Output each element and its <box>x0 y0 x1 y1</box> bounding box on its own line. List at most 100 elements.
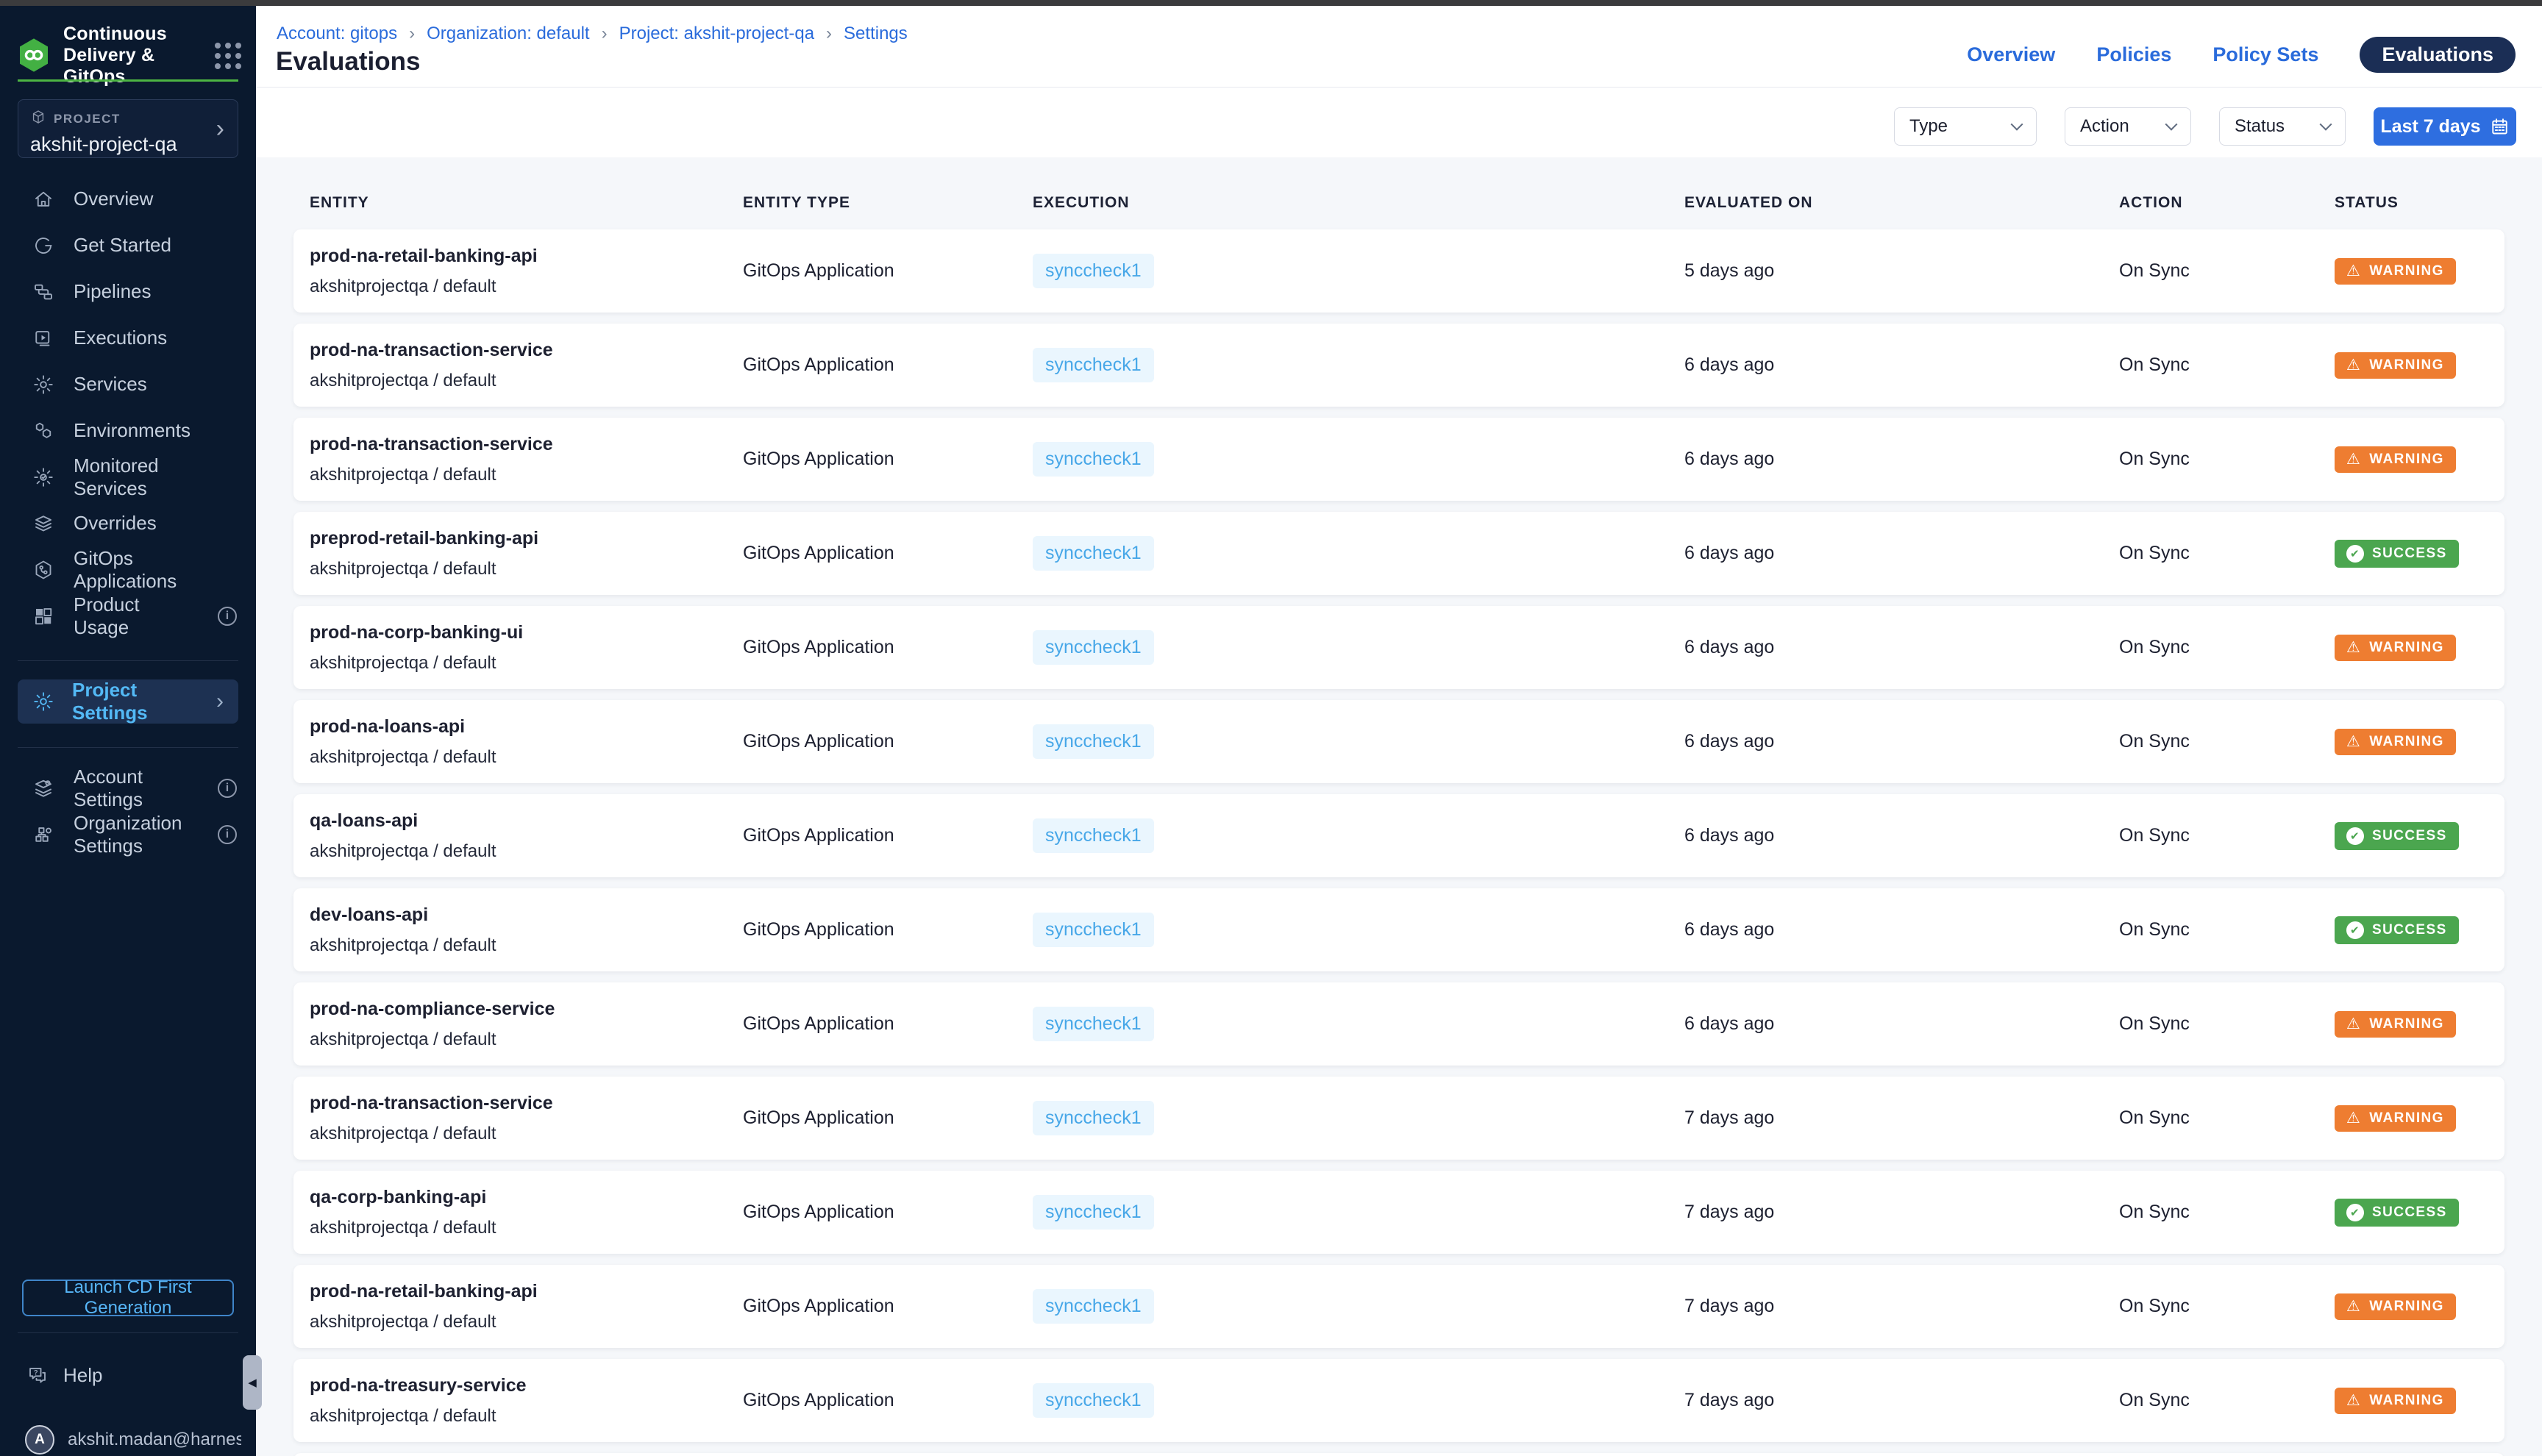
sidebar-item-gitops-applications[interactable]: GitOps Applications <box>0 546 256 593</box>
execution-link[interactable]: synccheck1 <box>1033 442 1154 477</box>
sidebar-item-overview[interactable]: Overview <box>0 176 256 222</box>
status-badge: ✔ SUCCESS <box>2335 539 2459 568</box>
table-row[interactable]: prod-na-loans-api akshitprojectqa / defa… <box>293 700 2504 783</box>
sidebar-collapse-handle[interactable]: ◀ <box>243 1355 262 1410</box>
action-value: On Sync <box>2119 1107 2190 1128</box>
action-value: On Sync <box>2119 449 2190 469</box>
status-badge: ⚠ WARNING <box>2335 1293 2456 1320</box>
sidebar-item-pipelines[interactable]: Pipelines <box>0 268 256 315</box>
entity-name: prod-na-transaction-service <box>310 433 553 454</box>
sidebar-item-executions[interactable]: Executions <box>0 315 256 361</box>
svg-text:?: ? <box>34 1369 38 1377</box>
evaluated-on: 6 days ago <box>1684 825 1775 846</box>
execution-link[interactable]: synccheck1 <box>1033 724 1154 759</box>
table-row[interactable]: prod-na-transaction-service akshitprojec… <box>293 1077 2504 1160</box>
execution-link[interactable]: synccheck1 <box>1033 818 1154 853</box>
help-button[interactable]: ? Help <box>0 1353 256 1397</box>
sidebar-item-account-settings[interactable]: Account Settings i <box>0 765 256 811</box>
entity-scope: akshitprojectqa / default <box>310 1123 496 1143</box>
sidebar: Continuous Delivery & GitOps PROJECT aks… <box>0 6 262 1456</box>
user-profile[interactable]: A akshit.madan@harnes... <box>0 1419 256 1456</box>
execution-link[interactable]: synccheck1 <box>1033 1195 1154 1230</box>
sidebar-item-get-started[interactable]: Get Started <box>0 222 256 268</box>
breadcrumb-link[interactable]: Project: akshit-project-qa <box>619 24 814 44</box>
status-filter-dropdown[interactable]: Status <box>2219 107 2346 146</box>
tab-overview[interactable]: Overview <box>1967 43 2055 66</box>
info-icon[interactable]: i <box>218 824 237 844</box>
table-row[interactable]: prod-na-compliance-service akshitproject… <box>293 982 2504 1066</box>
gitops-applications-icon <box>32 559 54 581</box>
sidebar-item-services[interactable]: Services <box>0 361 256 407</box>
breadcrumb-separator: › <box>409 24 416 43</box>
table-row[interactable]: preprod-retail-banking-api akshitproject… <box>293 512 2504 595</box>
column-header-entity: ENTITY <box>310 194 369 211</box>
sidebar-item-environments[interactable]: Environments <box>0 407 256 454</box>
execution-link[interactable]: synccheck1 <box>1033 536 1154 571</box>
table-row-partial <box>293 1453 2504 1456</box>
module-switcher-icon[interactable] <box>215 42 241 69</box>
sidebar-item-organization-settings[interactable]: Organization Settings i <box>0 811 256 857</box>
entity-type: GitOps Application <box>743 260 894 281</box>
sidebar-item-product-usage[interactable]: Product Usage i <box>0 593 256 639</box>
sidebar-item-label: Overview <box>74 188 154 210</box>
column-header-action: ACTION <box>2119 194 2183 211</box>
table-row[interactable]: prod-na-retail-banking-api akshitproject… <box>293 1265 2504 1348</box>
execution-link[interactable]: synccheck1 <box>1033 1101 1154 1135</box>
status-icon: ⚠ <box>2346 451 2362 468</box>
table-row[interactable]: prod-na-retail-banking-api akshitproject… <box>293 229 2504 313</box>
status-badge: ⚠ WARNING <box>2335 257 2456 285</box>
sidebar-item-monitored-services[interactable]: Monitored Services <box>0 454 256 500</box>
table-row[interactable]: dev-loans-api akshitprojectqa / default … <box>293 888 2504 971</box>
entity-type: GitOps Application <box>743 919 894 940</box>
execution-link[interactable]: synccheck1 <box>1033 913 1154 947</box>
action-value: On Sync <box>2119 354 2190 375</box>
evaluated-on: 7 days ago <box>1684 1107 1775 1128</box>
evaluated-on: 7 days ago <box>1684 1296 1775 1316</box>
breadcrumb-link[interactable]: Account: gitops <box>277 24 397 44</box>
tab-evaluations[interactable]: Evaluations <box>2360 37 2516 73</box>
status-icon: ⚠ <box>2346 263 2362 279</box>
divider <box>18 747 238 748</box>
chevron-down-icon <box>2319 118 2332 131</box>
sidebar-settings-menu: Account Settings i Organization Settings i <box>0 765 256 857</box>
status-icon: ⚠ <box>2346 639 2362 656</box>
info-icon[interactable]: i <box>218 778 237 798</box>
type-filter-dropdown[interactable]: Type <box>1894 107 2037 146</box>
get-started-icon <box>32 235 54 257</box>
dropdown-label: Status <box>2235 116 2285 136</box>
tab-policies[interactable]: Policies <box>2096 43 2171 66</box>
table-row[interactable]: prod-na-transaction-service akshitprojec… <box>293 324 2504 407</box>
execution-link[interactable]: synccheck1 <box>1033 1289 1154 1324</box>
execution-link[interactable]: synccheck1 <box>1033 1007 1154 1041</box>
brand-divider <box>18 79 238 82</box>
sidebar-item-label: GitOps Applications <box>74 546 177 592</box>
execution-link[interactable]: synccheck1 <box>1033 1383 1154 1418</box>
breadcrumb-link[interactable]: Settings <box>844 24 908 44</box>
breadcrumb-link[interactable]: Organization: default <box>427 24 589 44</box>
table-row[interactable]: prod-na-corp-banking-ui akshitprojectqa … <box>293 606 2504 689</box>
execution-link[interactable]: synccheck1 <box>1033 630 1154 665</box>
help-label: Help <box>63 1363 103 1386</box>
tab-policy-sets[interactable]: Policy Sets <box>2212 43 2318 66</box>
entity-type: GitOps Application <box>743 1296 894 1316</box>
date-range-button[interactable]: Last 7 days <box>2374 107 2516 146</box>
action-filter-dropdown[interactable]: Action <box>2065 107 2191 146</box>
sidebar-item-project-settings[interactable]: Project Settings › <box>18 679 238 724</box>
table-row[interactable]: qa-corp-banking-api akshitprojectqa / de… <box>293 1171 2504 1254</box>
sidebar-item-label: Account Settings <box>74 765 143 810</box>
project-selector[interactable]: PROJECT akshit-project-qa › <box>18 99 238 158</box>
table-row[interactable]: prod-na-transaction-service akshitprojec… <box>293 418 2504 501</box>
main-content: Account: gitops › Organization: default › Pr… <box>256 6 2542 1456</box>
execution-link[interactable]: synccheck1 <box>1033 254 1154 288</box>
status-icon: ⚠ <box>2346 733 2362 750</box>
sidebar-item-overrides[interactable]: Overrides <box>0 500 256 546</box>
info-icon[interactable]: i <box>218 606 237 626</box>
page-tabs: Overview Policies Policy Sets Evaluations <box>1967 37 2516 73</box>
table-row[interactable]: qa-loans-api akshitprojectqa / default G… <box>293 794 2504 877</box>
table-row[interactable]: prod-na-treasury-service akshitprojectqa… <box>293 1359 2504 1442</box>
entity-name: qa-corp-banking-api <box>310 1186 487 1207</box>
launch-cd-first-gen-button[interactable]: Launch CD First Generation <box>22 1277 234 1318</box>
sidebar-item-label: Product Usage <box>74 593 140 638</box>
evaluated-on: 6 days ago <box>1684 354 1775 375</box>
execution-link[interactable]: synccheck1 <box>1033 348 1154 382</box>
